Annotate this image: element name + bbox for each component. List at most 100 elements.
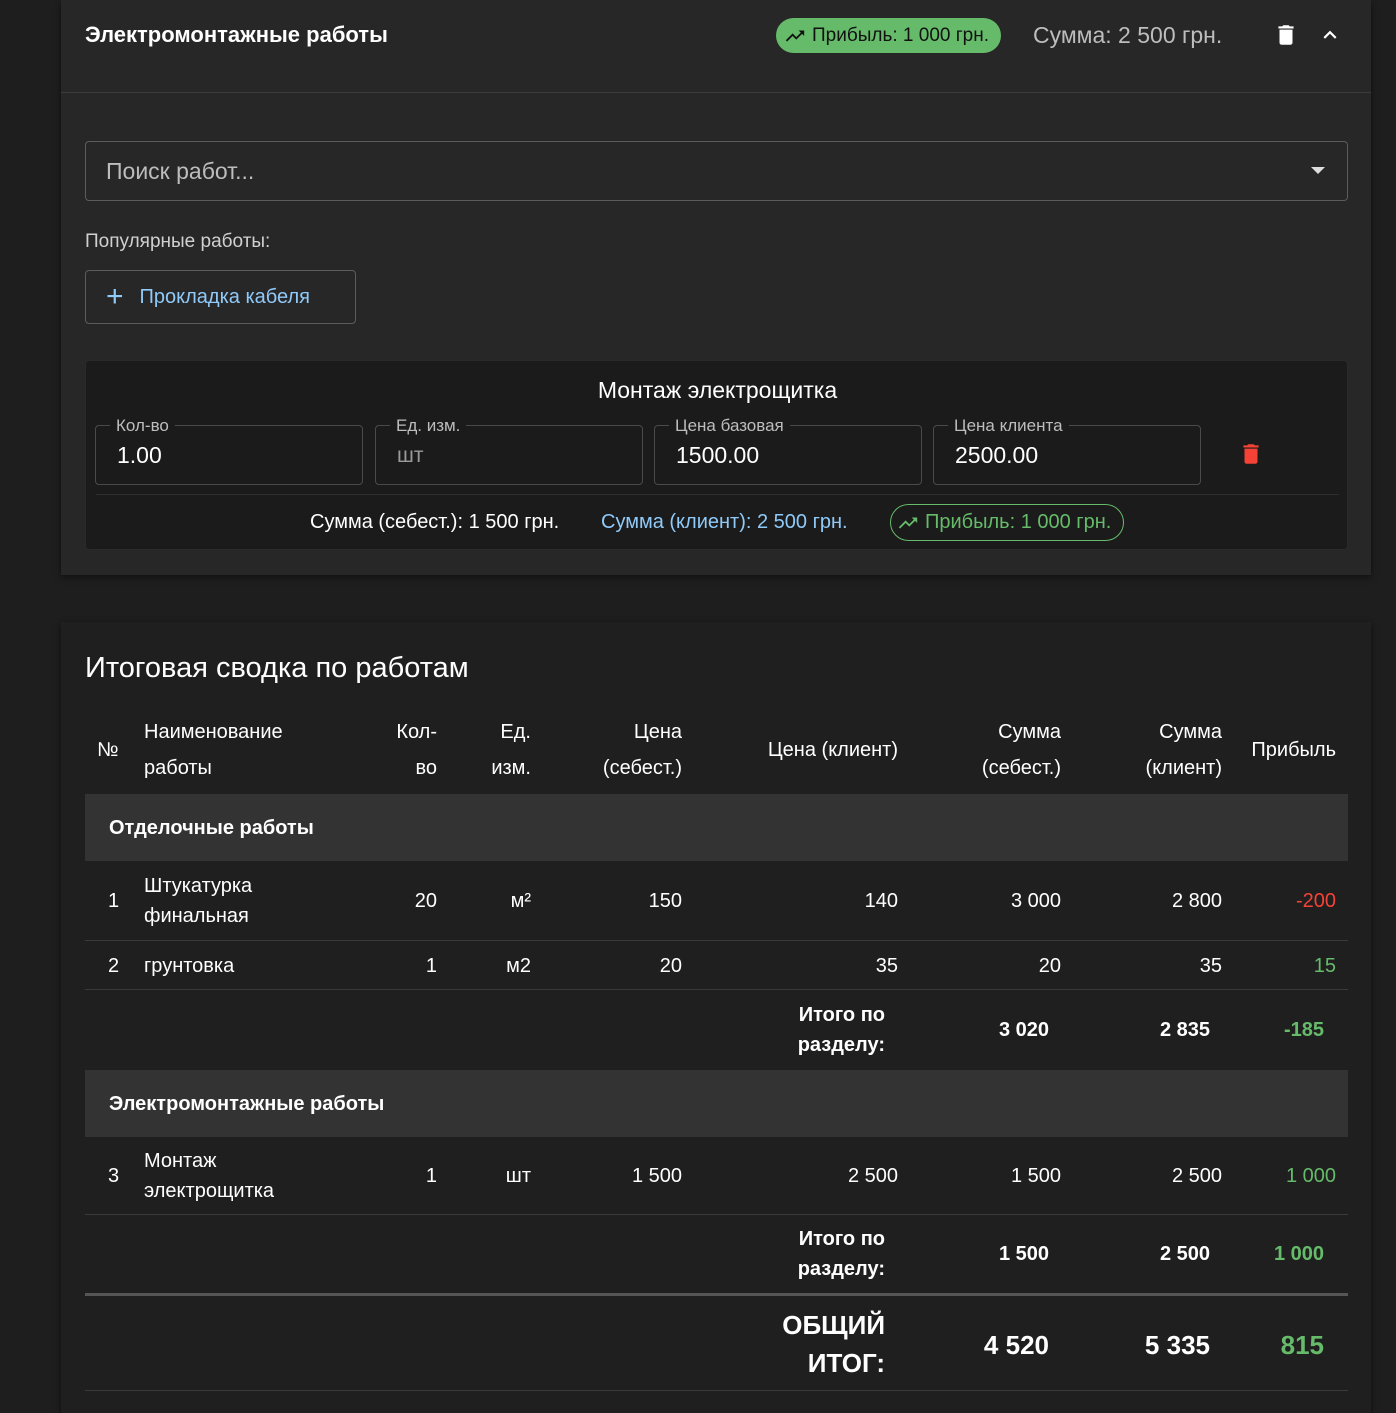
client-price-field-label: Цена клиента [948, 416, 1069, 436]
trending-up-icon [785, 30, 805, 41]
cell-unit: м2 [506, 955, 531, 977]
th-qty-2: во [415, 757, 437, 779]
summary-card: Итоговая сводка по работам № Наименовани… [61, 622, 1371, 1413]
subtotal-label: Итого по [798, 1228, 885, 1250]
unit-field[interactable]: Ед. изм. шт [375, 416, 643, 485]
row-divider [85, 1390, 1348, 1391]
subtotal-row: Итого по разделу: 3 020 2 835 -185 [85, 990, 1348, 1070]
subtotal-sum-cost: 3 020 [998, 1019, 1049, 1041]
cell-num: 2 [108, 955, 120, 977]
unit-field-label: Ед. изм. [390, 416, 467, 436]
qty-field[interactable]: Кол-во 1.00 [95, 416, 363, 485]
cell-cost: 150 [648, 890, 682, 912]
th-name-1: Наименование [144, 721, 283, 743]
th-client-price: Цена (клиент) [767, 739, 898, 761]
unit-field-value[interactable]: шт [397, 444, 423, 468]
cell-sum-cost: 3 000 [1010, 890, 1061, 912]
client-price-field-value[interactable]: 2500.00 [955, 442, 1038, 469]
cell-num: 1 [108, 890, 120, 912]
cell-client: 140 [864, 890, 898, 912]
cell-unit: шт [505, 1165, 531, 1187]
popular-work-label: Прокладка кабеля [139, 285, 310, 308]
work-item-title: Монтаж электрощитка [597, 377, 838, 403]
cell-name: Монтаж [144, 1150, 217, 1172]
th-cost-2: (себест.) [602, 757, 682, 779]
search-input[interactable] [106, 156, 1286, 186]
trash-icon[interactable] [1273, 22, 1299, 48]
cell-client: 2 500 [847, 1165, 898, 1187]
divider [96, 494, 1339, 495]
cell-sum-client: 2 800 [1171, 890, 1222, 912]
cell-sum-client: 2 500 [1171, 1165, 1222, 1187]
th-num: № [97, 739, 119, 761]
grand-total-sum-cost: 4 520 [983, 1330, 1049, 1360]
cell-cost: 20 [659, 955, 682, 977]
table-row: 2 грунтовка 1 м2 20 35 20 35 15 [85, 941, 1348, 990]
client-price-field[interactable]: Цена клиента 2500.00 [933, 416, 1201, 485]
item-profit-text: Прибыль: 1 000 грн. [925, 511, 1112, 533]
grand-total-label: ОБЩИЙ [782, 1310, 885, 1340]
group-row: Электромонтажные работы [85, 1070, 1348, 1137]
section-sum: Сумма: 2 500 грн. [1033, 22, 1223, 48]
subtotal-profit: -185 [1283, 1019, 1324, 1041]
chevron-up-icon[interactable] [1317, 22, 1343, 48]
item-sum-cost: Сумма (себест.): 1 500 грн. [310, 511, 560, 533]
base-price-field-label: Цена базовая [669, 416, 790, 436]
cell-profit: -200 [1295, 890, 1336, 912]
grand-total-label-2: ИТОГ: [807, 1348, 885, 1378]
cell-name: Штукатурка [144, 875, 253, 897]
subtotal-label: Итого по [798, 1004, 885, 1026]
section-header[interactable]: Электромонтажные работы Прибыль: 1 000 г… [61, 0, 1371, 93]
subtotal-sum-client: 2 835 [1159, 1019, 1210, 1041]
cell-name: грунтовка [144, 955, 235, 977]
cell-profit: 15 [1313, 955, 1336, 977]
th-sum-client-2: (клиент) [1145, 757, 1222, 779]
cell-sum-client: 35 [1199, 955, 1222, 977]
dropdown-arrow-icon[interactable] [1311, 167, 1325, 174]
grand-total-row: ОБЩИЙ ИТОГ: 4 520 5 335 815 [85, 1296, 1348, 1391]
summary-title: Итоговая сводка по работам [85, 652, 469, 684]
trending-up-icon [898, 517, 918, 528]
search-works-combobox[interactable] [85, 141, 1348, 201]
subtotal-sum-client: 2 500 [1159, 1243, 1210, 1265]
cell-cost: 1 500 [631, 1165, 682, 1187]
th-unit-2: изм. [491, 757, 531, 779]
section-card: Электромонтажные работы Прибыль: 1 000 г… [61, 0, 1371, 575]
qty-field-value[interactable]: 1.00 [117, 442, 162, 469]
qty-field-label: Кол-во [110, 416, 175, 436]
cell-client: 35 [875, 955, 898, 977]
cell-name-2: электрощитка [144, 1180, 275, 1202]
group-row: Отделочные работы [85, 794, 1348, 861]
section-profit-chip: Прибыль: 1 000 грн. [776, 18, 1002, 53]
add-popular-work-button[interactable]: + Прокладка кабеля [85, 270, 356, 324]
base-price-field[interactable]: Цена базовая 1500.00 [654, 416, 922, 485]
th-sum-cost-2: (себест.) [981, 757, 1061, 779]
cell-profit: 1 000 [1285, 1165, 1336, 1187]
item-profit-chip: Прибыль: 1 000 грн. [890, 504, 1125, 541]
cell-qty: 1 [425, 1165, 437, 1187]
group-name: Отделочные работы [109, 817, 314, 839]
plus-icon: + [106, 280, 124, 313]
work-item-card: Монтаж электрощитка Кол-во 1.00 Ед. изм.… [85, 360, 1348, 550]
th-name-2: работы [144, 757, 212, 779]
th-unit-1: Ед. [500, 721, 531, 743]
grand-total-sum-client: 5 335 [1144, 1330, 1210, 1360]
cell-qty: 20 [414, 890, 437, 912]
cell-sum-cost: 20 [1038, 955, 1061, 977]
cell-name-2: финальная [144, 905, 249, 927]
th-sum-client-1: Сумма [1159, 721, 1222, 743]
cell-qty: 1 [425, 955, 437, 977]
subtotal-sum-cost: 1 500 [998, 1243, 1049, 1265]
th-cost-1: Цена [633, 721, 682, 743]
th-qty-1: Кол- [396, 721, 437, 743]
base-price-field-value[interactable]: 1500.00 [676, 442, 759, 469]
group-name: Электромонтажные работы [109, 1093, 385, 1115]
item-sum-client: Сумма (клиент): 2 500 грн. [601, 511, 848, 533]
subtotal-row: Итого по разделу: 1 500 2 500 1 000 [85, 1215, 1348, 1293]
cell-num: 3 [108, 1165, 120, 1187]
table-row: 3 Монтаж электрощитка 1 шт 1 500 2 500 1… [85, 1137, 1348, 1215]
delete-item-icon[interactable] [1238, 439, 1264, 469]
subtotal-label-2: разделу: [797, 1258, 885, 1280]
cell-unit: м² [510, 890, 531, 912]
table-row: 1 Штукатурка финальная 20 м² 150 140 3 0… [85, 861, 1348, 941]
